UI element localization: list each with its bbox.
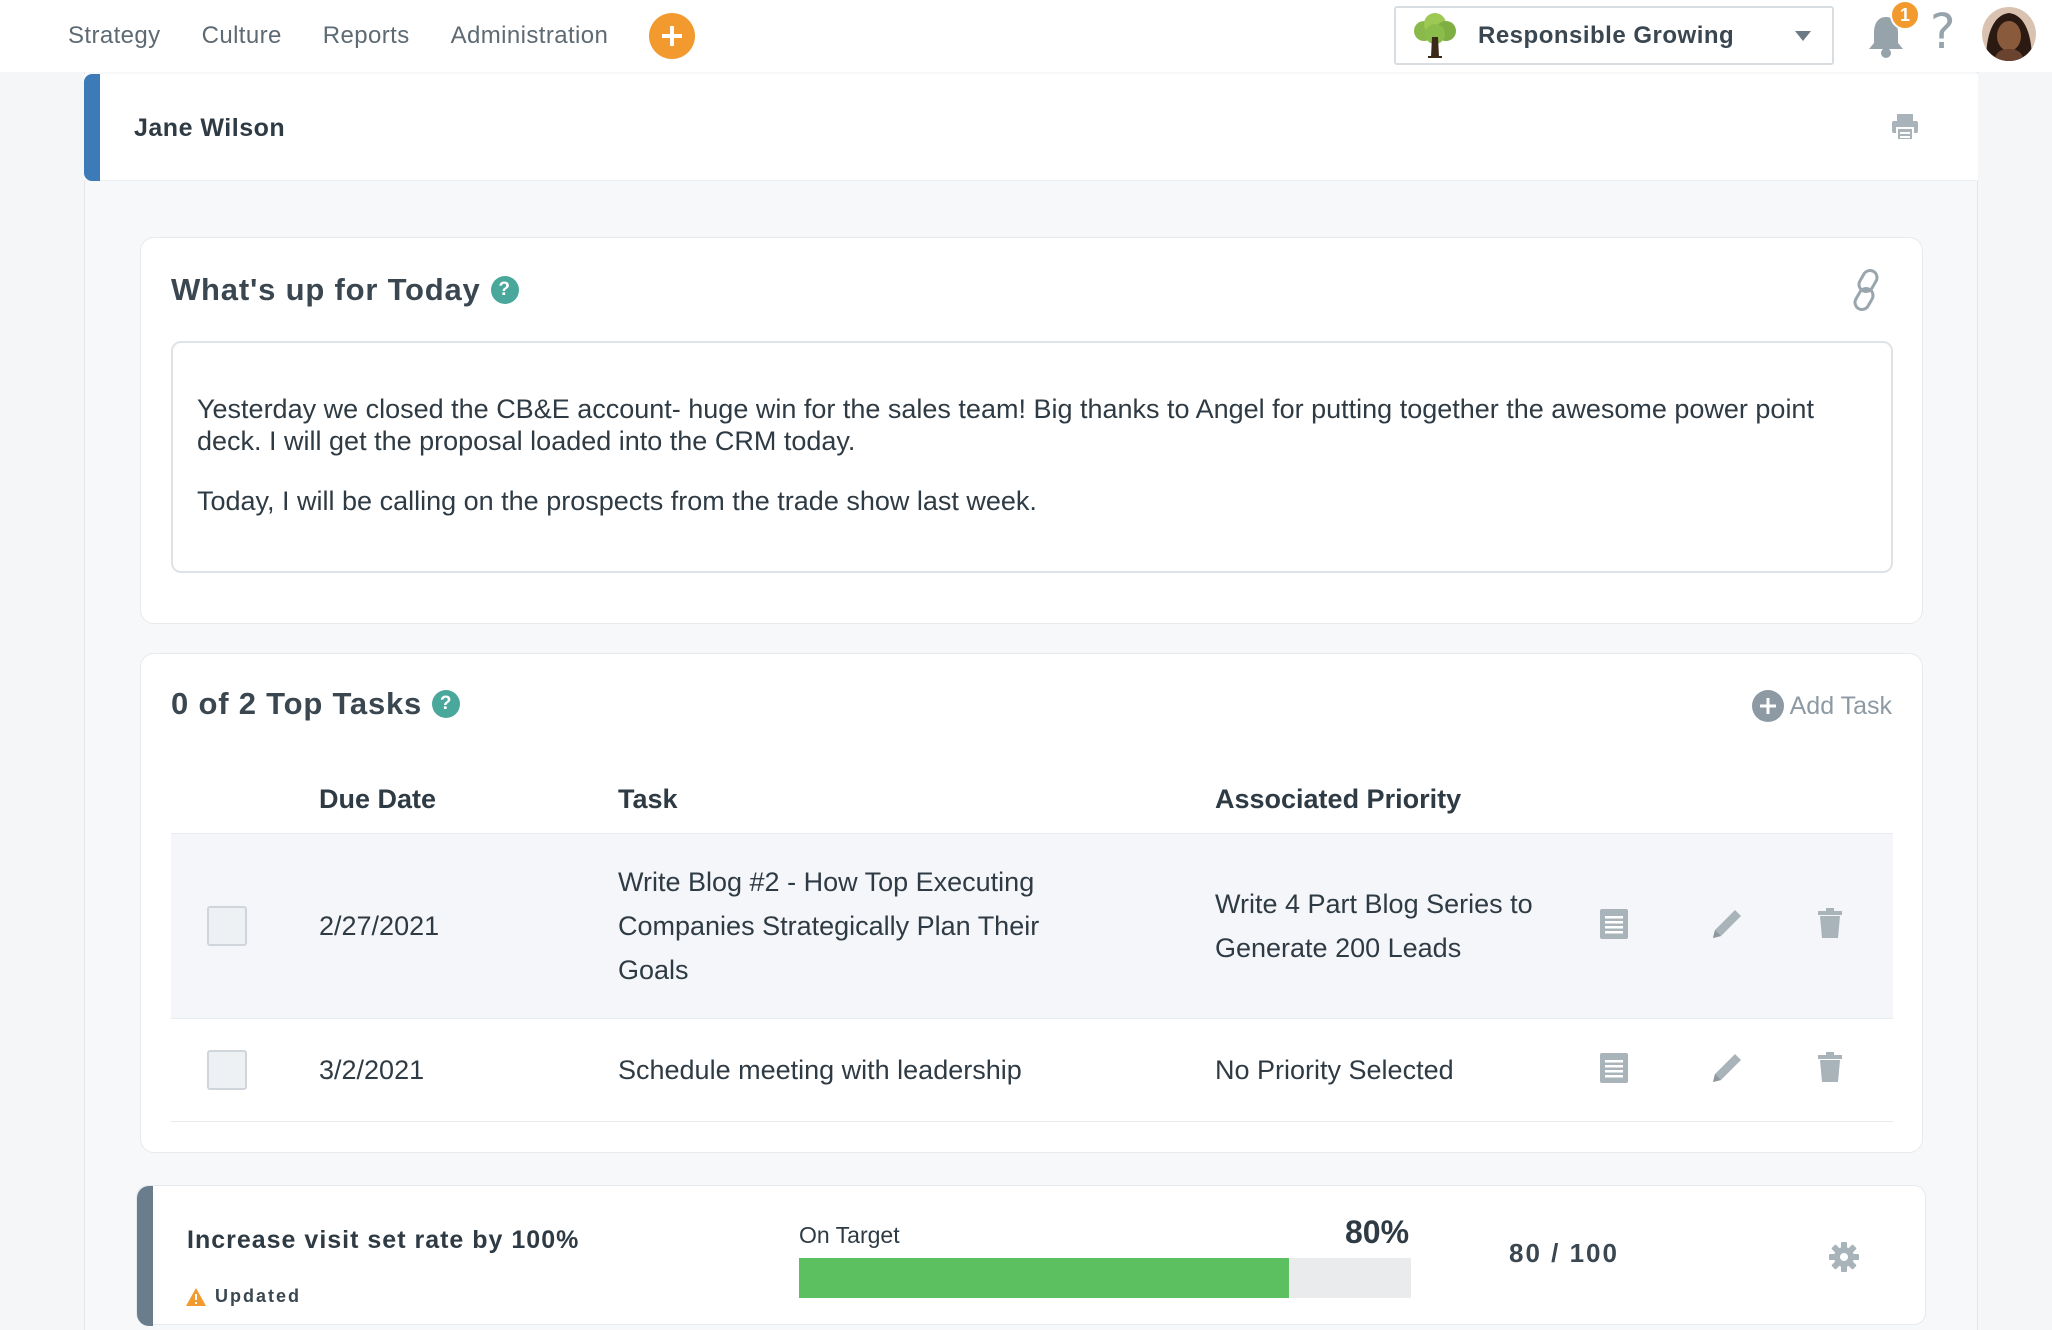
metric-score: 80 / 100 xyxy=(1509,1238,1619,1268)
metric-status: On Target xyxy=(799,1222,900,1248)
trash-icon[interactable] xyxy=(1817,908,1843,938)
task-checkbox[interactable] xyxy=(207,906,247,946)
metric-card: Increase visit set rate by 100% Updated … xyxy=(136,1185,1926,1326)
pencil-icon[interactable] xyxy=(1709,906,1745,942)
today-paragraph-1: Yesterday we closed the CB&E account- hu… xyxy=(197,394,1814,456)
tasks-help-icon[interactable]: ? xyxy=(432,690,461,718)
plus-circle-icon xyxy=(662,26,683,46)
column-task: Task xyxy=(618,784,678,814)
user-name: Jane Wilson xyxy=(134,114,286,142)
column-associated-priority: Associated Priority xyxy=(1215,784,1462,814)
task-due-date: 2/27/2021 xyxy=(319,911,440,941)
warning-icon xyxy=(186,1287,206,1306)
today-paragraph-2: Today, I will be calling on the prospect… xyxy=(197,486,1037,516)
task-name: Schedule meeting with leadership xyxy=(618,1055,1022,1085)
avatar-image xyxy=(1982,7,2036,61)
top-tasks-card: 0 of 2 Top Tasks ? Add Task Due Date Tas… xyxy=(140,653,1923,1153)
user-avatar[interactable] xyxy=(1982,7,2036,61)
progress-bar-fill xyxy=(799,1258,1289,1298)
plus-circle-icon xyxy=(1751,690,1784,722)
link-icon[interactable] xyxy=(1848,268,1886,312)
metric-accent-bar xyxy=(137,1186,153,1326)
notes-icon[interactable] xyxy=(1599,908,1629,940)
caret-down-icon xyxy=(1795,31,1811,41)
notes-icon[interactable] xyxy=(1599,1052,1629,1084)
metric-updated-label: Updated xyxy=(215,1286,301,1306)
pencil-icon[interactable] xyxy=(1709,1050,1745,1086)
print-icon[interactable] xyxy=(1890,112,1920,142)
table-row: 2/27/2021 Write Blog #2 - How Top Execut… xyxy=(171,833,1893,1019)
nav-reports[interactable]: Reports xyxy=(323,22,410,50)
task-priority: Write 4 Part Blog Series to Generate 200… xyxy=(1215,889,1533,963)
metric-title: Increase visit set rate by 100% xyxy=(187,1226,580,1254)
main-nav: Strategy Culture Reports Administration xyxy=(68,0,696,72)
user-header: Jane Wilson xyxy=(84,74,1978,181)
tasks-title-row: 0 of 2 Top Tasks ? xyxy=(171,686,461,722)
organization-selector[interactable]: Responsible Growing xyxy=(1394,6,1834,65)
nav-administration[interactable]: Administration xyxy=(451,22,609,50)
today-card: What's up for Today ? Yesterday we close… xyxy=(140,237,1923,624)
nav-culture[interactable]: Culture xyxy=(202,22,282,50)
column-due-date: Due Date xyxy=(319,784,437,814)
today-title: What's up for Today xyxy=(171,272,481,307)
notification-badge: 1 xyxy=(1890,0,1920,30)
task-priority: No Priority Selected xyxy=(1215,1055,1454,1085)
add-task-button[interactable]: Add Task xyxy=(1751,690,1892,722)
task-due-date: 3/2/2021 xyxy=(319,1055,425,1085)
today-text-area[interactable]: Yesterday we closed the CB&E account- hu… xyxy=(171,341,1893,573)
progress-bar xyxy=(799,1258,1411,1298)
task-checkbox[interactable] xyxy=(207,1050,247,1090)
tree-icon xyxy=(1414,12,1456,58)
top-navigation-bar: Strategy Culture Reports Administration … xyxy=(0,0,2052,72)
add-task-label: Add Task xyxy=(1789,691,1892,720)
organization-name: Responsible Growing xyxy=(1478,21,1735,49)
tasks-title: 0 of 2 Top Tasks xyxy=(171,686,423,721)
add-button[interactable] xyxy=(649,13,696,59)
header-accent-bar xyxy=(84,74,100,181)
today-title-row: What's up for Today ? xyxy=(171,272,519,308)
tasks-table-header: Due Date Task Associated Priority xyxy=(171,766,1893,832)
metric-percent: 80% xyxy=(1345,1214,1410,1250)
nav-strategy[interactable]: Strategy xyxy=(68,22,161,50)
task-name: Write Blog #2 - How Top Executing Compan… xyxy=(618,867,1040,985)
metric-updated: Updated xyxy=(185,1286,301,1307)
today-help-icon[interactable]: ? xyxy=(490,276,519,304)
gear-icon[interactable] xyxy=(1829,1242,1859,1272)
help-icon[interactable]: ? xyxy=(1930,4,1955,60)
trash-icon[interactable] xyxy=(1817,1052,1843,1082)
table-row: 3/2/2021 Schedule meeting with leadershi… xyxy=(171,1020,1893,1122)
